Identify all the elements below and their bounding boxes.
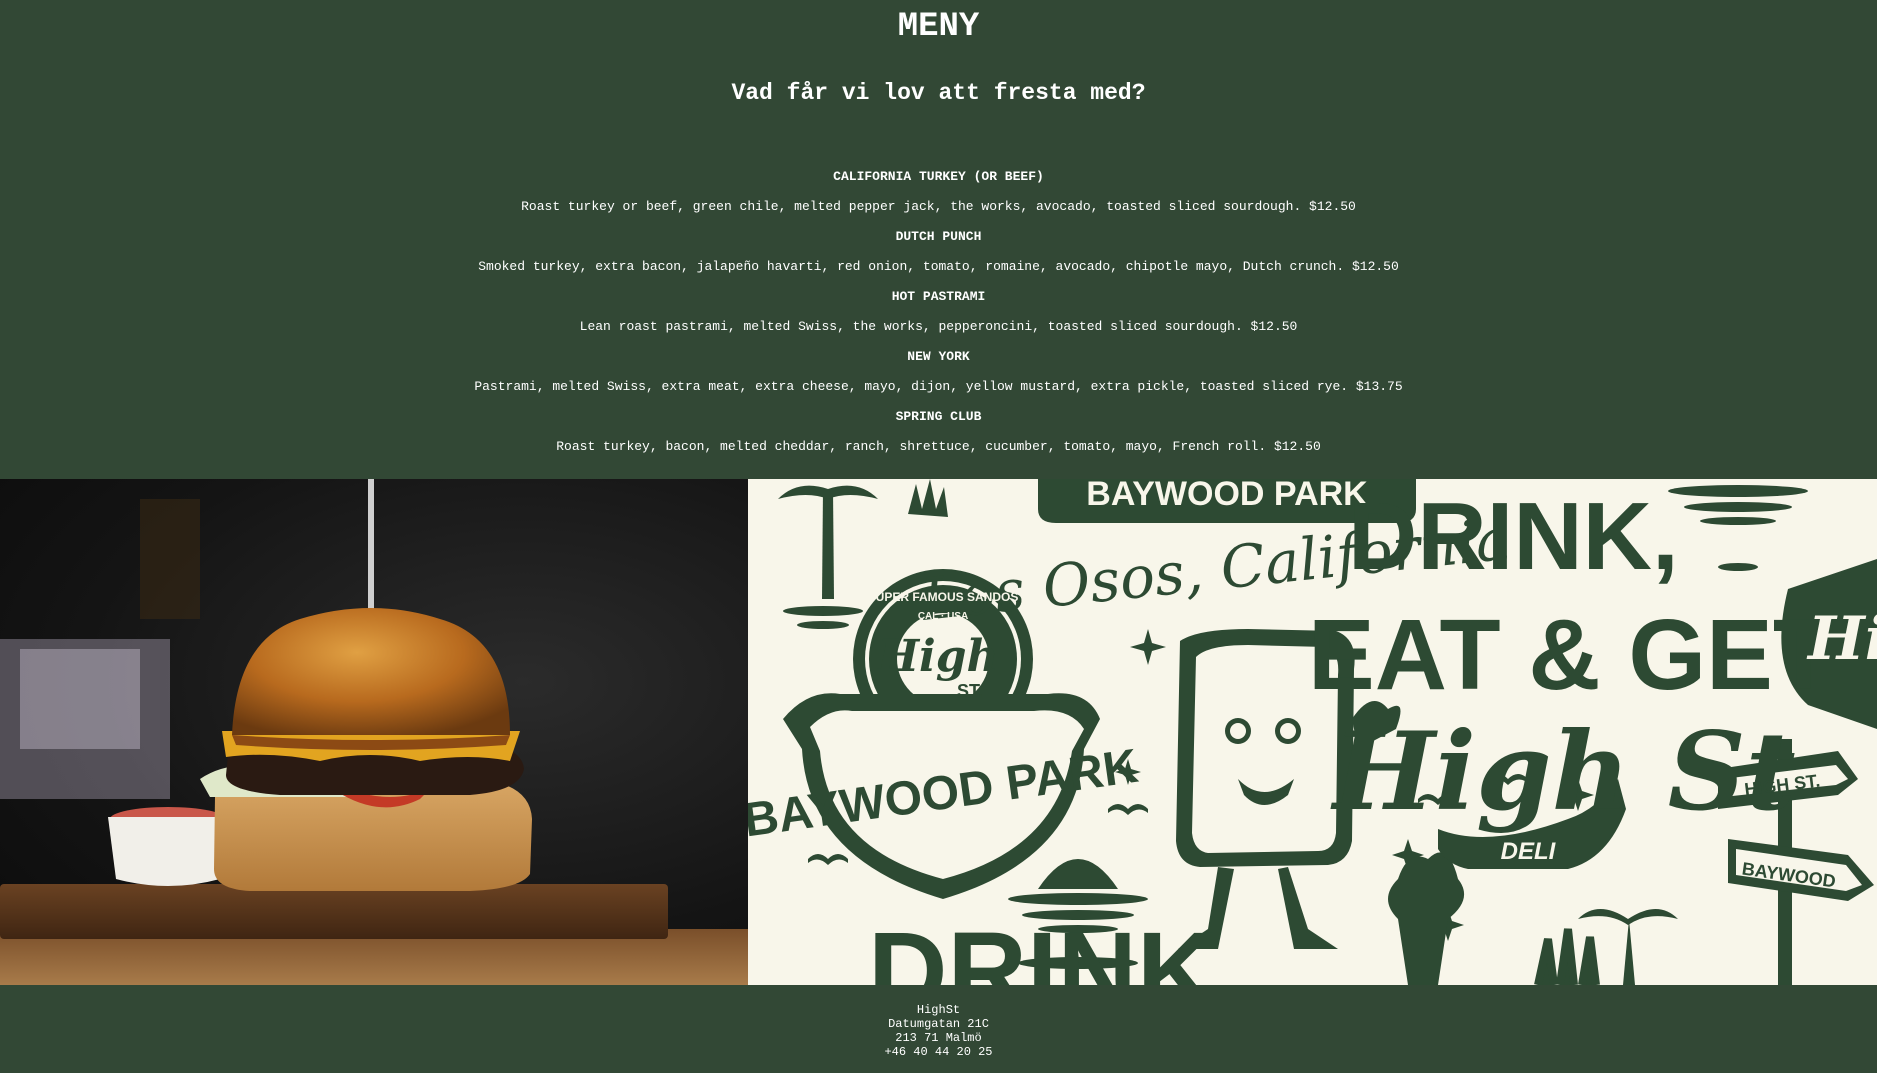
menu-section: MENY Vad får vi lov att fresta med? CALI… (0, 0, 1877, 479)
page: MENY Vad får vi lov att fresta med? CALI… (0, 0, 1877, 1073)
menu-item-description: Roast turkey or beef, green chile, melte… (521, 199, 1356, 214)
poster-slogan-deli: DELI (1501, 838, 1557, 865)
poster-banner-top: BAYWOOD PARK (1086, 479, 1368, 513)
poster-slogan-line1: DRINK, (1348, 483, 1679, 590)
menu-item-name: SPRING CLUB (895, 409, 982, 424)
high-st-poster: BAYWOOD PARK Los Osos, California SUPER … (748, 479, 1877, 985)
burger-photo (0, 479, 748, 985)
poster-illustration: BAYWOOD PARK Los Osos, California SUPER … (748, 479, 1877, 985)
poster-slogan-line2: EAT & GET (1308, 599, 1834, 711)
menu-title: MENY (897, 8, 980, 46)
footer-phone: +46 40 44 20 25 (884, 1045, 993, 1059)
poster-badge-bottom: MARKET & DELI (900, 728, 986, 740)
burger-illustration (0, 479, 748, 985)
footer-street: Datumgatan 21C (888, 1017, 989, 1031)
footer-city: 213 71 Malmö (895, 1031, 982, 1045)
menu-item-description: Smoked turkey, extra bacon, jalapeño hav… (478, 259, 1399, 274)
poster-edge-logo: High (1806, 604, 1877, 674)
poster-badge-top: SUPER FAMOUS SANDOS (868, 590, 1019, 604)
menu-item-name: DUTCH PUNCH (895, 229, 982, 244)
menu-item-description: Roast turkey, bacon, melted cheddar, ran… (556, 439, 1321, 454)
poster-badge-logo: High (875, 631, 998, 682)
footer: HighSt Datumgatan 21C 213 71 Malmö +46 4… (0, 1003, 1877, 1059)
menu-item-name: NEW YORK (907, 349, 970, 364)
menu-item-description: Pastrami, melted Swiss, extra meat, extr… (474, 379, 1403, 394)
menu-item-name: HOT PASTRAMI (891, 289, 986, 304)
poster-badge-sub: CAL · USA (918, 611, 968, 622)
menu-list: CALIFORNIA TURKEY (OR BEEF) Roast turkey… (0, 168, 1877, 468)
menu-subtitle: Vad får vi lov att fresta med? (731, 80, 1146, 106)
image-row: BAYWOOD PARK Los Osos, California SUPER … (0, 479, 1877, 985)
poster-badge-est: EST. 1927 (920, 715, 967, 726)
poster-badge-logo-st: ST. (957, 681, 983, 701)
menu-item-description: Lean roast pastrami, melted Swiss, the w… (579, 319, 1298, 334)
poster-slogan-line3: High St (1330, 709, 1796, 835)
footer-business-name: HighSt (916, 1003, 961, 1017)
menu-item-name: CALIFORNIA TURKEY (OR BEEF) (833, 169, 1044, 184)
poster-bottom-word: DRINK (868, 910, 1216, 985)
